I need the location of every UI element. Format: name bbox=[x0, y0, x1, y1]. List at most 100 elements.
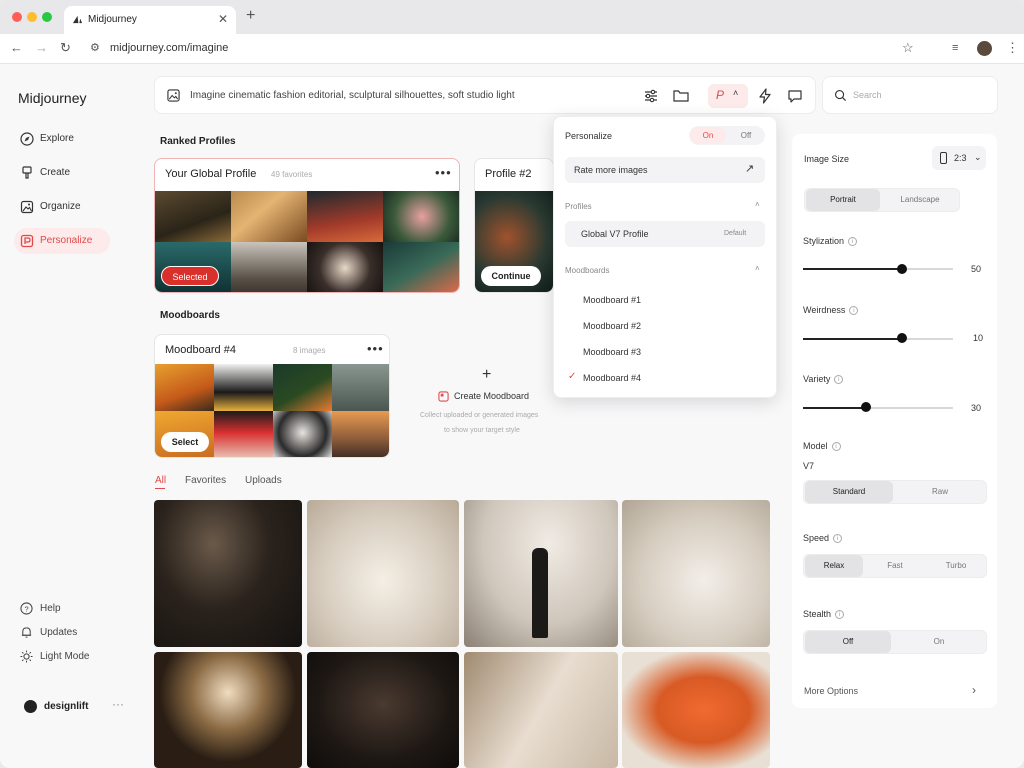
global-profile-card[interactable]: Your Global Profile 49 favorites ••• Sel… bbox=[154, 158, 460, 293]
gallery-image[interactable] bbox=[307, 652, 459, 768]
address-bar: ← → ↻ ⚙ midjourney.com/imagine ☆ ≡ ⋮ bbox=[0, 34, 1024, 64]
lightning-icon[interactable] bbox=[755, 86, 775, 106]
moodboard-name: Moodboard #4 bbox=[165, 344, 236, 356]
speed-label: Speed i bbox=[803, 533, 843, 543]
sun-icon bbox=[20, 650, 33, 663]
sidebar-item-personalize[interactable]: Personalize bbox=[14, 228, 110, 254]
bookmark-star-icon[interactable]: ☆ bbox=[902, 40, 914, 56]
variety-slider-knob[interactable] bbox=[861, 402, 871, 412]
select-moodboard-button[interactable]: Select bbox=[161, 432, 209, 452]
rate-more-images-button[interactable]: Rate more images ↗ bbox=[565, 157, 765, 183]
profile-name: Your Global Profile bbox=[165, 168, 257, 180]
info-icon[interactable]: i bbox=[834, 375, 844, 384]
aspect-ratio-select[interactable]: 2:3 ⌄ bbox=[932, 146, 986, 170]
moodboard-card[interactable]: Moodboard #4 8 images ••• Select bbox=[154, 334, 390, 458]
prompt-bar[interactable]: Imagine cinematic fashion editorial, scu… bbox=[154, 76, 816, 114]
card-menu-icon[interactable]: ••• bbox=[435, 165, 452, 180]
gallery-image[interactable] bbox=[622, 652, 770, 768]
model-label: Model i bbox=[803, 441, 841, 451]
moodboard-item-2[interactable]: Moodboard #2 bbox=[565, 313, 765, 339]
search-input[interactable]: Search bbox=[853, 90, 882, 100]
chevron-down-icon: ⌄ bbox=[974, 152, 982, 162]
gallery-image[interactable] bbox=[464, 500, 618, 647]
raw-option[interactable]: Raw bbox=[895, 481, 985, 503]
filter-favorites[interactable]: Favorites bbox=[185, 475, 226, 486]
collapse-moodboards-icon[interactable]: ˄ bbox=[755, 264, 760, 273]
profile-2-card[interactable]: Profile #2 Continue bbox=[474, 158, 554, 293]
moodboards-title: Moodboards bbox=[160, 310, 220, 321]
personalize-on-option[interactable]: On bbox=[690, 127, 726, 144]
personalize-off-option[interactable]: Off bbox=[728, 127, 764, 144]
sidebar-item-organize[interactable]: Organize bbox=[14, 194, 110, 220]
moodboards-section-header: Moodboards bbox=[565, 266, 610, 275]
profile-item-global-v7[interactable]: Global V7 Profile Default bbox=[565, 221, 765, 247]
relax-option[interactable]: Relax bbox=[805, 555, 863, 577]
weirdness-slider-knob[interactable] bbox=[897, 333, 907, 343]
reading-list-icon[interactable]: ≡ bbox=[952, 42, 958, 54]
arrow-up-right-icon: ↗ bbox=[745, 163, 755, 175]
moodboard-item-3[interactable]: Moodboard #3 bbox=[565, 339, 765, 365]
turbo-option[interactable]: Turbo bbox=[927, 555, 985, 577]
stylization-slider-knob[interactable] bbox=[897, 264, 907, 274]
gallery-image[interactable] bbox=[622, 500, 770, 647]
info-icon[interactable]: i bbox=[848, 237, 858, 246]
close-tab-icon[interactable]: ✕ bbox=[218, 12, 228, 26]
user-name[interactable]: designlift bbox=[44, 701, 88, 712]
browser-menu-icon[interactable]: ⋮ bbox=[1006, 40, 1019, 56]
gallery-image[interactable] bbox=[464, 652, 618, 768]
sidebar-item-create[interactable]: Create bbox=[14, 160, 110, 186]
selected-button[interactable]: Selected bbox=[161, 266, 219, 286]
forward-icon[interactable]: → bbox=[35, 40, 48, 55]
chevron-up-icon: ˄ bbox=[733, 88, 739, 98]
stealth-off-option[interactable]: Off bbox=[805, 631, 891, 653]
info-icon[interactable]: i bbox=[833, 534, 843, 543]
prompt-input[interactable]: Imagine cinematic fashion editorial, scu… bbox=[190, 90, 515, 101]
site-settings-icon[interactable]: ⚙ bbox=[90, 41, 100, 54]
url-text[interactable]: midjourney.com/imagine bbox=[110, 42, 228, 54]
image-upload-icon[interactable] bbox=[167, 89, 180, 102]
close-window-button[interactable] bbox=[12, 12, 22, 22]
filter-uploads[interactable]: Uploads bbox=[245, 475, 282, 486]
back-icon[interactable]: ← bbox=[10, 40, 23, 55]
personalize-toggle-button[interactable]: P ˄ bbox=[708, 84, 748, 108]
minimize-window-button[interactable] bbox=[27, 12, 37, 22]
new-tab-icon[interactable]: + bbox=[246, 7, 255, 25]
search-box[interactable]: Search bbox=[822, 76, 998, 114]
portrait-ratio-icon bbox=[940, 152, 947, 164]
user-menu-icon[interactable]: ··· bbox=[112, 697, 124, 711]
settings-sliders-icon[interactable] bbox=[641, 86, 661, 106]
info-icon[interactable]: i bbox=[835, 610, 845, 619]
profile-avatar[interactable] bbox=[977, 41, 992, 56]
info-icon[interactable]: i bbox=[831, 442, 841, 451]
portrait-option[interactable]: Portrait bbox=[806, 189, 880, 211]
variety-label: Variety i bbox=[803, 374, 844, 384]
folder-icon[interactable] bbox=[671, 86, 691, 106]
maximize-window-button[interactable] bbox=[42, 12, 52, 22]
chat-icon[interactable] bbox=[785, 86, 805, 106]
app-logo[interactable]: Midjourney bbox=[18, 90, 86, 106]
user-avatar[interactable] bbox=[24, 700, 37, 713]
gallery-image[interactable] bbox=[154, 652, 302, 768]
landscape-option[interactable]: Landscape bbox=[882, 189, 958, 211]
fast-option[interactable]: Fast bbox=[865, 555, 925, 577]
more-options-row[interactable]: More Options › bbox=[792, 674, 997, 708]
profile-thumbnail bbox=[307, 191, 383, 242]
standard-option[interactable]: Standard bbox=[805, 481, 893, 503]
reload-icon[interactable]: ↻ bbox=[60, 40, 71, 56]
browser-tab[interactable]: Midjourney ✕ bbox=[64, 6, 236, 34]
info-icon[interactable]: i bbox=[849, 306, 859, 315]
gallery-image[interactable] bbox=[154, 500, 302, 647]
continue-button[interactable]: Continue bbox=[481, 266, 541, 286]
profiles-section-header: Profiles bbox=[565, 202, 592, 211]
filter-all[interactable]: All bbox=[155, 475, 166, 486]
stealth-segment: Off On bbox=[803, 630, 987, 654]
collapse-profiles-icon[interactable]: ˄ bbox=[755, 200, 760, 209]
moodboard-thumbnail bbox=[332, 364, 389, 411]
gallery-image[interactable] bbox=[307, 500, 459, 647]
sidebar-item-explore[interactable]: Explore bbox=[14, 126, 110, 152]
create-moodboard-card[interactable]: + Create Moodboard Collect uploaded or g… bbox=[404, 334, 572, 458]
card-menu-icon[interactable]: ••• bbox=[367, 341, 384, 356]
moodboard-item-1[interactable]: Moodboard #1 bbox=[565, 287, 765, 313]
moodboard-item-4[interactable]: ✓ Moodboard #4 bbox=[565, 365, 765, 391]
stealth-on-option[interactable]: On bbox=[893, 631, 985, 653]
